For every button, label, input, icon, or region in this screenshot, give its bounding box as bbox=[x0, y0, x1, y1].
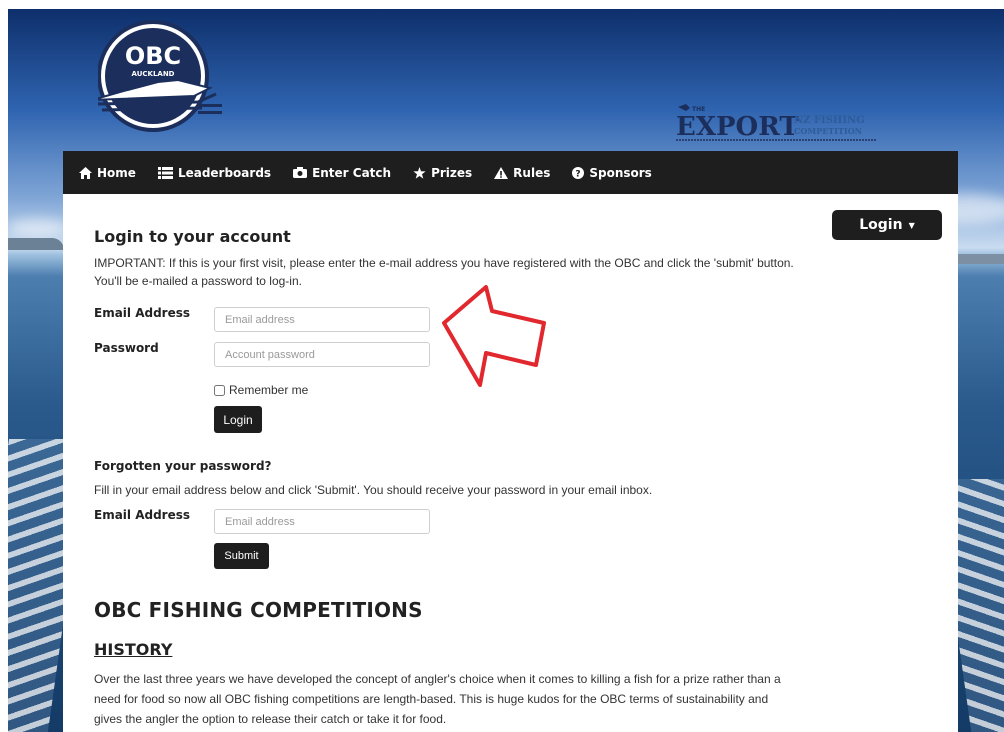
sponsor-logo-main: EXPORT bbox=[676, 112, 799, 142]
export-fishing-competition-logo[interactable]: THE EXPORT NZ FISHING COMPETITION bbox=[676, 102, 886, 146]
email-label: Email Address bbox=[94, 306, 191, 320]
chevron-down-icon: ▼ bbox=[908, 220, 915, 230]
camera-icon bbox=[293, 167, 308, 178]
login-title: Login to your account bbox=[94, 227, 291, 246]
question-circle-icon: ? bbox=[572, 166, 585, 179]
submit-button[interactable]: Submit bbox=[214, 543, 269, 569]
nav-rules[interactable]: Rules bbox=[494, 166, 550, 180]
history-text: Over the last three years we have develo… bbox=[94, 672, 781, 726]
forgot-password-text: Fill in your email address below and cli… bbox=[94, 483, 653, 497]
svg-text:?: ? bbox=[576, 169, 581, 179]
nav-prizes-label: Prizes bbox=[431, 165, 473, 180]
sponsor-logo-line2: NZ FISHING bbox=[794, 115, 865, 126]
password-field[interactable] bbox=[214, 342, 430, 367]
nav-home[interactable]: Home bbox=[79, 166, 136, 180]
nav-enter-catch[interactable]: Enter Catch bbox=[293, 166, 391, 180]
home-icon bbox=[79, 166, 92, 179]
nav-leaderboards[interactable]: Leaderboards bbox=[157, 165, 272, 180]
remember-me-label: Remember me bbox=[229, 383, 309, 397]
nav-home-label: Home bbox=[97, 165, 136, 180]
arrow-annotation-icon bbox=[442, 285, 546, 387]
star-icon bbox=[413, 166, 426, 179]
competitions-title: OBC FISHING COMPETITIONS bbox=[94, 598, 423, 622]
history-heading: HISTORY bbox=[94, 640, 173, 659]
password-label: Password bbox=[94, 341, 159, 355]
warning-icon bbox=[494, 166, 509, 179]
nav-rules-label: Rules bbox=[513, 165, 551, 180]
email-field[interactable] bbox=[214, 307, 430, 332]
forgot-password-title: Forgotten your password? bbox=[94, 459, 272, 473]
remember-me[interactable]: Remember me bbox=[214, 383, 308, 397]
nav-sponsors[interactable]: ? Sponsors bbox=[572, 165, 652, 180]
logo-subtitle: AUCKLAND bbox=[132, 70, 175, 78]
main-navbar: Home Leaderboards Enter Catch Prizes Rul… bbox=[63, 151, 958, 194]
nav-enter-catch-label: Enter Catch bbox=[312, 165, 392, 180]
remember-me-checkbox[interactable] bbox=[214, 384, 225, 396]
nav-sponsors-label: Sponsors bbox=[589, 165, 652, 180]
nav-prizes[interactable]: Prizes bbox=[413, 166, 472, 180]
login-button[interactable]: Login bbox=[214, 406, 262, 433]
list-icon bbox=[157, 166, 173, 179]
login-dropdown-button[interactable]: Login ▼ bbox=[832, 210, 942, 240]
forgot-email-label: Email Address bbox=[94, 508, 191, 522]
obc-auckland-logo[interactable]: OBC AUCKLAND bbox=[98, 18, 222, 142]
sponsor-logo-line3: COMPETITION bbox=[794, 126, 862, 136]
login-dropdown-label: Login bbox=[859, 217, 903, 233]
forgot-email-field[interactable] bbox=[214, 509, 430, 534]
nav-leaderboards-label: Leaderboards bbox=[177, 165, 272, 180]
logo-title: OBC bbox=[125, 42, 181, 70]
